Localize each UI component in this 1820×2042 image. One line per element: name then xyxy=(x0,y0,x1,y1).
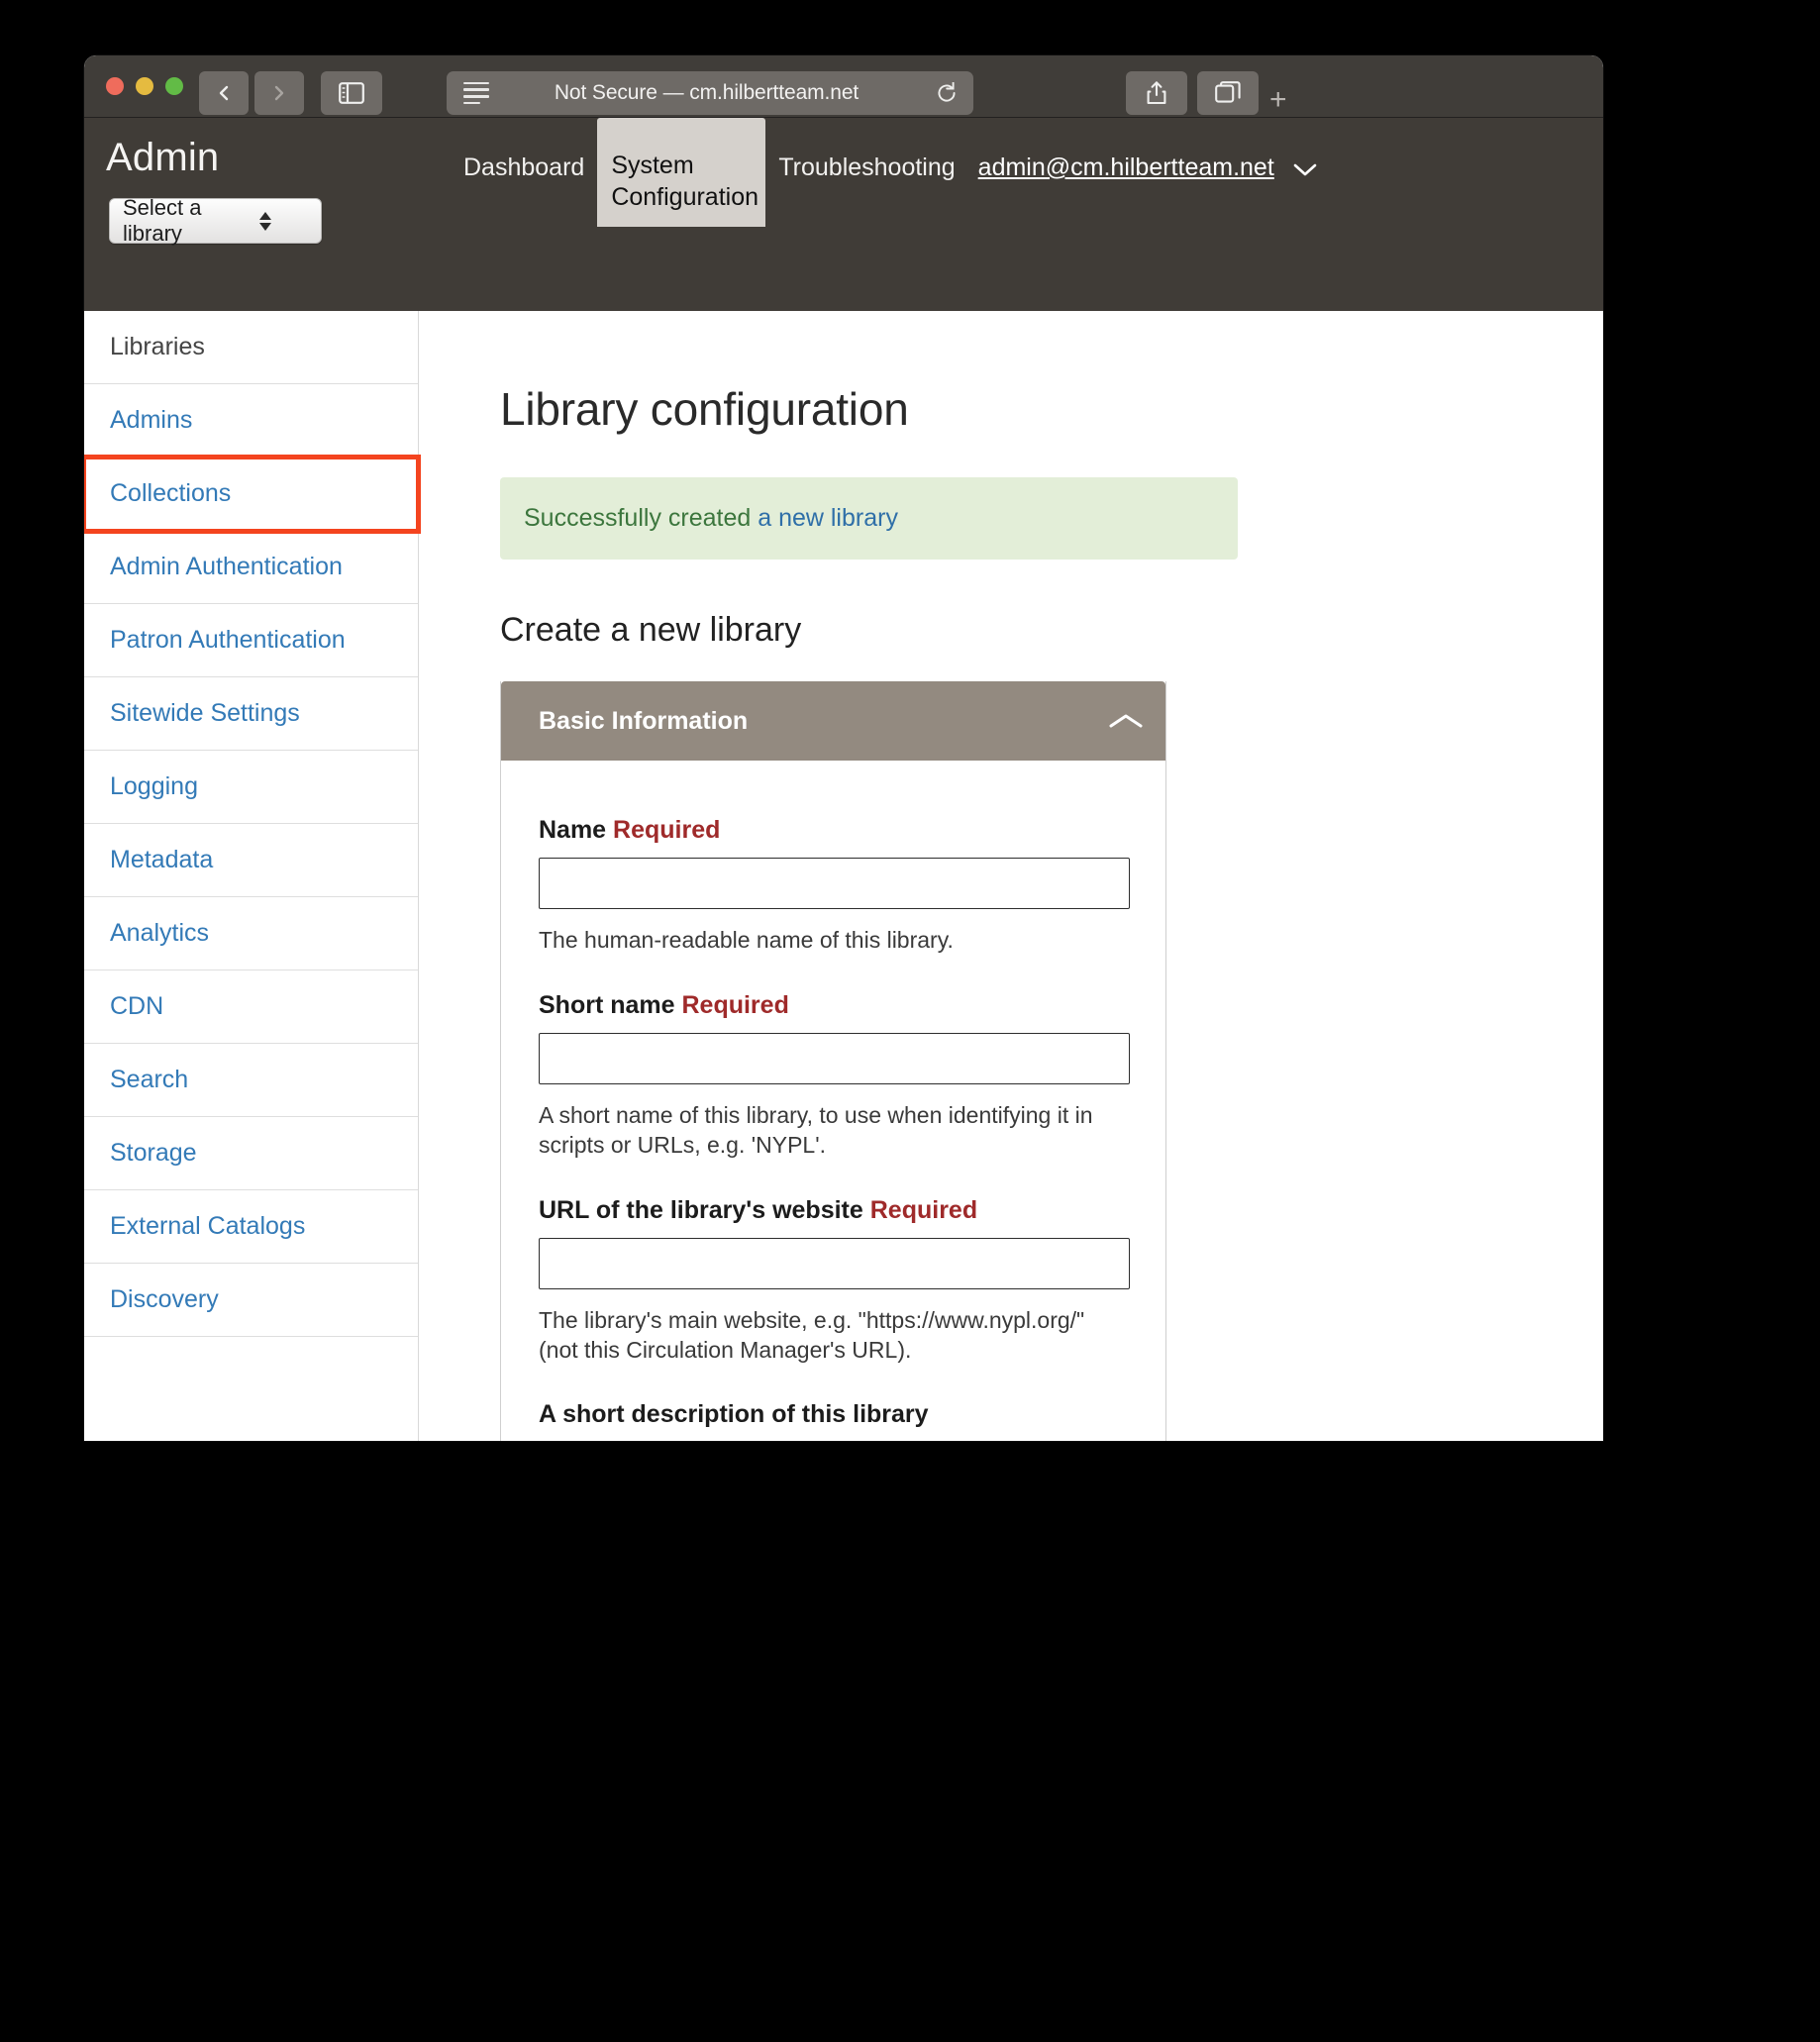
field-label-text: Short name xyxy=(539,990,675,1019)
field-website-url: URL of the library's website Required Th… xyxy=(539,1196,1130,1366)
field-help: The human-readable name of this library. xyxy=(539,927,954,953)
url-text: Not Secure — cm.hilbertteam.net xyxy=(554,81,859,104)
library-select[interactable]: Select a library xyxy=(109,195,322,246)
close-window-button[interactable] xyxy=(106,77,124,95)
page-title: Library configuration xyxy=(500,383,909,435)
sidebar-item-external-catalogs[interactable]: External Catalogs xyxy=(84,1190,418,1264)
settings-sidebar-list: Libraries Admins Collections Admin Authe… xyxy=(84,311,421,1337)
sidebar-item-sitewide-settings[interactable]: Sitewide Settings xyxy=(84,677,418,751)
field-label: URL of the library's website Required xyxy=(539,1196,1128,1225)
browser-toolbar: Not Secure — cm.hilbertteam.net + xyxy=(84,55,1603,118)
sidebar-item-logging[interactable]: Logging xyxy=(84,751,418,824)
required-badge: Required xyxy=(681,990,789,1019)
tab-overview-button[interactable] xyxy=(1197,71,1259,115)
admin-header: Admin Select a library Dashboard System … xyxy=(84,118,1603,311)
settings-sidebar: Libraries Admins Collections Admin Authe… xyxy=(84,311,421,1441)
reload-button[interactable] xyxy=(936,82,958,104)
required-badge: Required xyxy=(613,816,721,844)
maximize-window-button[interactable] xyxy=(165,77,183,95)
chevron-right-icon xyxy=(274,85,284,101)
panel-title: Basic Information xyxy=(539,706,749,735)
chevron-down-icon[interactable] xyxy=(1292,161,1318,177)
field-label: Short name Required xyxy=(539,991,1128,1020)
library-select-value: Select a library xyxy=(123,195,202,246)
nav-item-troubleshooting[interactable]: Troubleshooting xyxy=(765,118,967,218)
forward-button[interactable] xyxy=(254,71,304,115)
minimize-window-button[interactable] xyxy=(136,77,153,95)
basic-information-panel-body: Name Required The human-readable name of… xyxy=(501,761,1165,1441)
required-badge: Required xyxy=(869,1195,978,1224)
field-help: A short name of this library, to use whe… xyxy=(539,1101,1093,1158)
sidebar-item-discovery[interactable]: Discovery xyxy=(84,1264,418,1337)
reload-icon xyxy=(938,82,956,102)
sidebar-item-cdn[interactable]: CDN xyxy=(84,970,418,1044)
sidebar-item-admin-authentication[interactable]: Admin Authentication xyxy=(84,531,418,604)
window-controls xyxy=(106,77,183,95)
page-brand-title: Admin xyxy=(106,136,220,179)
new-library-link[interactable]: a new library xyxy=(758,504,898,532)
field-label-text: URL of the library's website xyxy=(539,1195,863,1224)
section-title: Create a new library xyxy=(500,611,802,649)
sidebar-item-libraries[interactable]: Libraries xyxy=(84,311,418,384)
browser-window: Not Secure — cm.hilbertteam.net + Admin … xyxy=(84,55,1603,1441)
sidebar-item-storage[interactable]: Storage xyxy=(84,1117,418,1190)
new-tab-button[interactable]: + xyxy=(1269,85,1287,115)
sidebar-toggle-icon xyxy=(339,82,364,104)
sidebar-item-patron-authentication[interactable]: Patron Authentication xyxy=(84,604,418,677)
sidebar-item-metadata[interactable]: Metadata xyxy=(84,824,418,897)
nav-item-system-configuration[interactable]: System Configuration xyxy=(597,118,766,227)
basic-information-panel-header[interactable]: Basic Information xyxy=(501,681,1165,761)
address-bar[interactable]: Not Secure — cm.hilbertteam.net xyxy=(447,71,973,115)
success-alert: Successfully created a new library xyxy=(500,477,1238,560)
success-alert-text: Successfully created xyxy=(524,504,758,532)
admin-body: Libraries Admins Collections Admin Authe… xyxy=(84,311,1603,1441)
field-label: A short description of this library xyxy=(539,1400,1128,1429)
sidebar-item-admins[interactable]: Admins xyxy=(84,384,418,458)
name-input[interactable] xyxy=(539,858,1130,909)
sidebar-item-search[interactable]: Search xyxy=(84,1044,418,1117)
share-button[interactable] xyxy=(1126,71,1187,115)
tab-overview-icon xyxy=(1215,81,1241,103)
chevron-left-icon xyxy=(219,85,229,101)
admin-nav: Dashboard System Configuration Troublesh… xyxy=(451,118,1318,311)
website-url-input[interactable] xyxy=(539,1237,1130,1289)
stepper-arrows-icon xyxy=(219,211,311,231)
nav-item-dashboard[interactable]: Dashboard xyxy=(451,118,597,218)
field-short-description: A short description of this library (Opt… xyxy=(539,1400,1128,1441)
basic-information-panel: Basic Information Name Required The huma… xyxy=(500,681,1166,1441)
field-short-name: Short name Required A short name of this… xyxy=(539,991,1130,1161)
share-icon xyxy=(1147,81,1166,105)
chevron-up-icon[interactable] xyxy=(1108,711,1144,731)
field-name: Name Required The human-readable name of… xyxy=(539,816,1130,956)
field-label-text: A short description of this library xyxy=(539,1400,929,1429)
sidebar-toggle-button[interactable] xyxy=(321,71,382,115)
field-help: The library's main website, e.g. "https:… xyxy=(539,1306,1085,1363)
back-button[interactable] xyxy=(199,71,249,115)
field-label-text: Name xyxy=(539,816,607,844)
sidebar-item-collections[interactable]: Collections xyxy=(84,455,421,534)
field-label: Name Required xyxy=(539,816,1128,845)
account-email-link[interactable]: admin@cm.hilbertteam.net xyxy=(968,118,1274,218)
main-content: Library configuration Successfully creat… xyxy=(419,311,1603,1441)
short-name-input[interactable] xyxy=(539,1032,1130,1084)
sidebar-item-analytics[interactable]: Analytics xyxy=(84,897,418,970)
